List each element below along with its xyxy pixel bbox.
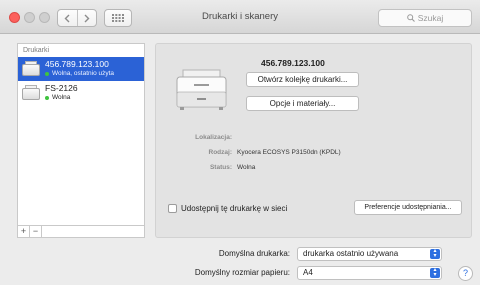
printer-status: Wolna (45, 94, 78, 101)
search-icon (406, 14, 415, 22)
open-print-queue-button[interactable]: Otwórz kolejkę drukarki... (246, 72, 359, 87)
remove-printer-button[interactable]: − (30, 226, 42, 237)
paper-size-select[interactable]: A4 ▴ ▾ (297, 266, 442, 280)
search-placeholder: Szukaj (417, 13, 444, 23)
paper-size-label: Domyślny rozmiar papieru: (194, 268, 290, 277)
status-value: Wolna (237, 164, 256, 171)
share-printer-checkbox[interactable] (168, 204, 177, 213)
search-field[interactable]: Szukaj (378, 9, 472, 27)
default-printer-value: drukarka ostatnio używana (303, 249, 399, 258)
printer-name: FS-2126 (45, 83, 78, 93)
status-dot-icon (45, 71, 49, 76)
printer-list-header: Drukarki (23, 47, 50, 54)
printer-icon (22, 61, 40, 77)
share-printer-option[interactable]: Udostępnij tę drukarkę w sieci (168, 204, 287, 213)
options-supplies-button[interactable]: Opcje i materiały... (246, 96, 359, 111)
kind-value: Kyocera ECOSYS P3150dn (KPDL) (237, 149, 341, 156)
printer-detail-panel: 456.789.123.100 Otwórz kolejkę drukarki.… (155, 43, 472, 238)
status-label: Status: (209, 164, 232, 171)
paper-size-row: Domyślny rozmiar papieru: A4 ▴ ▾ (0, 265, 480, 281)
help-button[interactable]: ? (458, 266, 473, 281)
default-printer-label: Domyślna drukarka: (218, 249, 290, 258)
printer-status: Wolna, ostatnio użyta (45, 70, 114, 77)
title-bar: Drukarki i skanery Szukaj (0, 0, 480, 34)
select-arrows-icon: ▴ ▾ (430, 267, 440, 278)
printer-info: Lokalizacja: Rodzaj: Kyocera ECOSYS P3150… (156, 134, 356, 179)
location-label: Lokalizacja: (195, 134, 232, 141)
printer-status-text: Wolna (52, 94, 71, 101)
share-printer-label: Udostępnij tę drukarkę w sieci (181, 204, 288, 213)
printer-list-item[interactable]: FS-2126 Wolna (18, 81, 144, 105)
printer-detail-name: 456.789.123.100 (261, 58, 325, 68)
default-printer-row: Domyślna drukarka: drukarka ostatnio uży… (0, 246, 480, 262)
paper-size-value: A4 (303, 268, 313, 277)
printer-list-item[interactable]: 456.789.123.100 Wolna, ostatnio użyta (18, 57, 144, 81)
printer-icon (22, 85, 40, 101)
printer-name: 456.789.123.100 (45, 59, 109, 69)
printer-large-icon (176, 69, 227, 110)
kind-label: Rodzaj: (208, 149, 232, 156)
printer-list: Drukarki 456.789.123.100 Wolna, ostatnio… (17, 43, 145, 238)
status-dot-icon (45, 95, 49, 100)
sharing-preferences-button[interactable]: Preferencje udostępniania... (354, 200, 462, 215)
add-printer-button[interactable]: + (18, 226, 30, 237)
printer-status-text: Wolna, ostatnio użyta (52, 70, 115, 77)
default-printer-select[interactable]: drukarka ostatnio używana ▴ ▾ (297, 247, 442, 261)
select-arrows-icon: ▴ ▾ (430, 248, 440, 259)
list-footer: + − (18, 225, 144, 237)
